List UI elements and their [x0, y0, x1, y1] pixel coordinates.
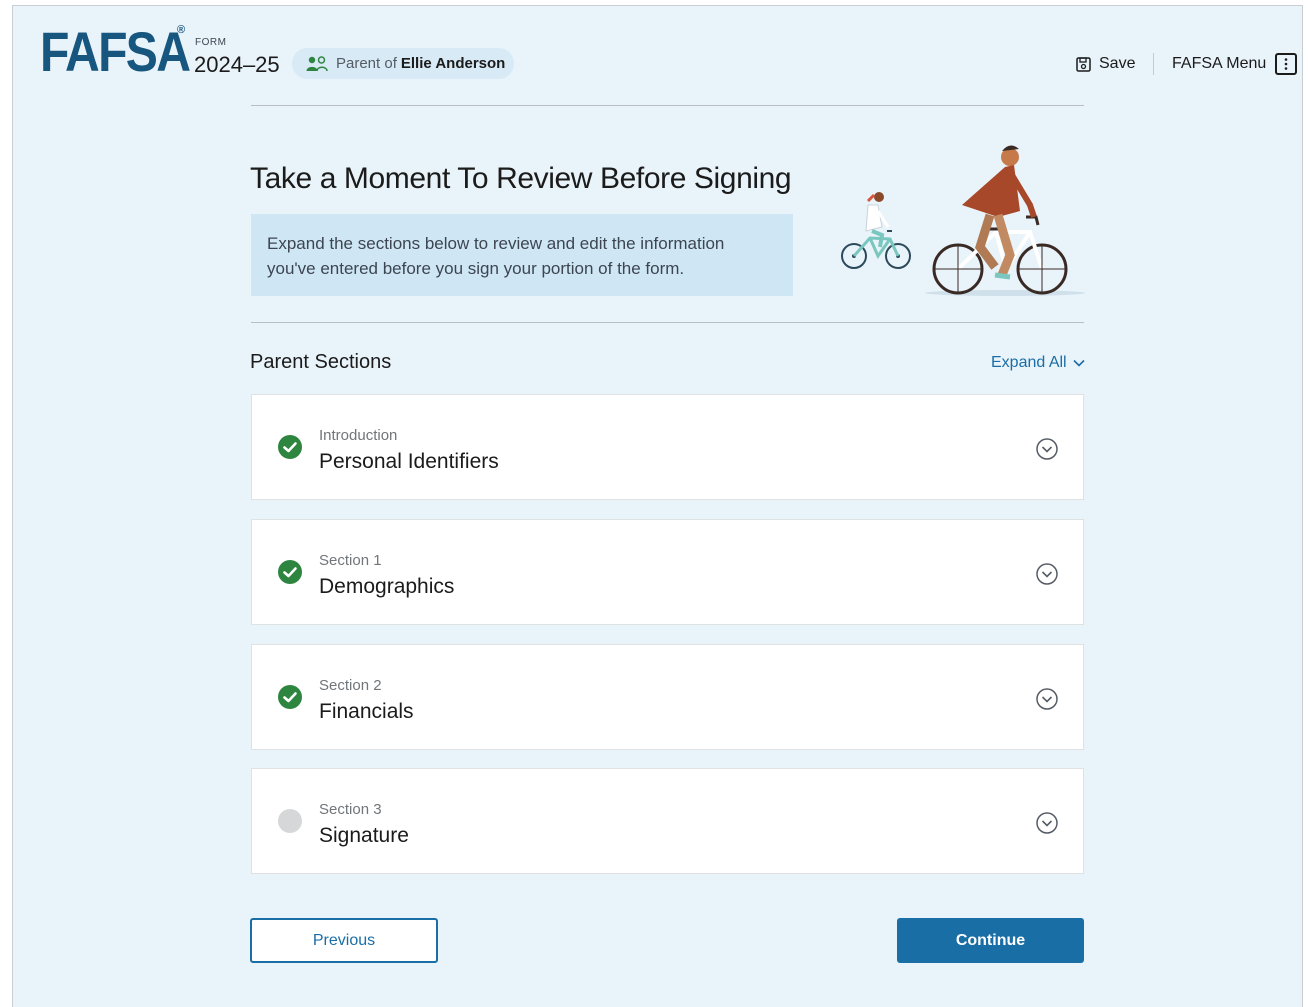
- role-badge: Parent of Ellie Anderson: [292, 48, 514, 79]
- section-name: Signature: [319, 824, 409, 847]
- section-card-personal-identifiers[interactable]: Introduction Personal Identifiers: [251, 394, 1084, 500]
- instructions-box: Expand the sections below to review and …: [251, 214, 793, 296]
- section-card-signature[interactable]: Section 3 Signature: [251, 768, 1084, 874]
- section-name: Personal Identifiers: [319, 450, 499, 473]
- header-rule: [251, 105, 1084, 106]
- parent-sections-heading: Parent Sections: [250, 351, 392, 373]
- previous-button[interactable]: Previous: [250, 918, 438, 963]
- intro-rule: [251, 322, 1084, 323]
- role-prefix: Parent of: [336, 55, 397, 72]
- check-circle-icon: [278, 435, 302, 459]
- section-name: Financials: [319, 700, 414, 723]
- cyclists-illustration: [841, 145, 1085, 296]
- section-eyebrow: Section 1: [319, 552, 382, 569]
- section-eyebrow: Introduction: [319, 427, 398, 444]
- continue-button[interactable]: Continue: [897, 918, 1084, 963]
- section-card-demographics[interactable]: Section 1 Demographics: [251, 519, 1084, 625]
- form-year: 2024–25: [194, 52, 280, 77]
- role-name: Ellie Anderson: [400, 55, 506, 72]
- section-eyebrow: Section 3: [319, 801, 382, 818]
- chevron-circle-down-icon[interactable]: [1035, 437, 1059, 461]
- section-card-financials[interactable]: Section 2 Financials: [251, 644, 1084, 750]
- empty-circle-icon: [278, 809, 302, 833]
- expand-all-button[interactable]: Expand All: [991, 354, 1085, 372]
- kebab-menu-icon: [1275, 53, 1298, 75]
- section-name: Demographics: [319, 575, 455, 598]
- chevron-circle-down-icon[interactable]: [1035, 811, 1059, 835]
- form-label: FORM: [195, 37, 227, 48]
- expand-all-label: Expand All: [991, 354, 1067, 371]
- chevron-circle-down-icon[interactable]: [1035, 687, 1059, 711]
- registered-mark: ®: [177, 24, 186, 36]
- save-label: Save: [1099, 55, 1136, 72]
- save-icon: [1076, 56, 1091, 72]
- save-button[interactable]: Save: [1076, 55, 1135, 73]
- menu-label: FAFSA Menu: [1172, 55, 1267, 72]
- chevron-circle-down-icon[interactable]: [1035, 562, 1059, 586]
- check-circle-icon: [278, 560, 302, 584]
- chevron-down-icon: [1073, 359, 1085, 367]
- fafsa-menu-button[interactable]: FAFSA Menu: [1172, 53, 1298, 75]
- page-title: Take a Moment To Review Before Signing: [250, 162, 792, 195]
- section-eyebrow: Section 2: [319, 677, 382, 694]
- fafsa-logo: FAFSA: [40, 20, 191, 83]
- check-circle-icon: [278, 685, 302, 709]
- users-icon: [306, 55, 328, 71]
- header-divider: [1153, 53, 1154, 75]
